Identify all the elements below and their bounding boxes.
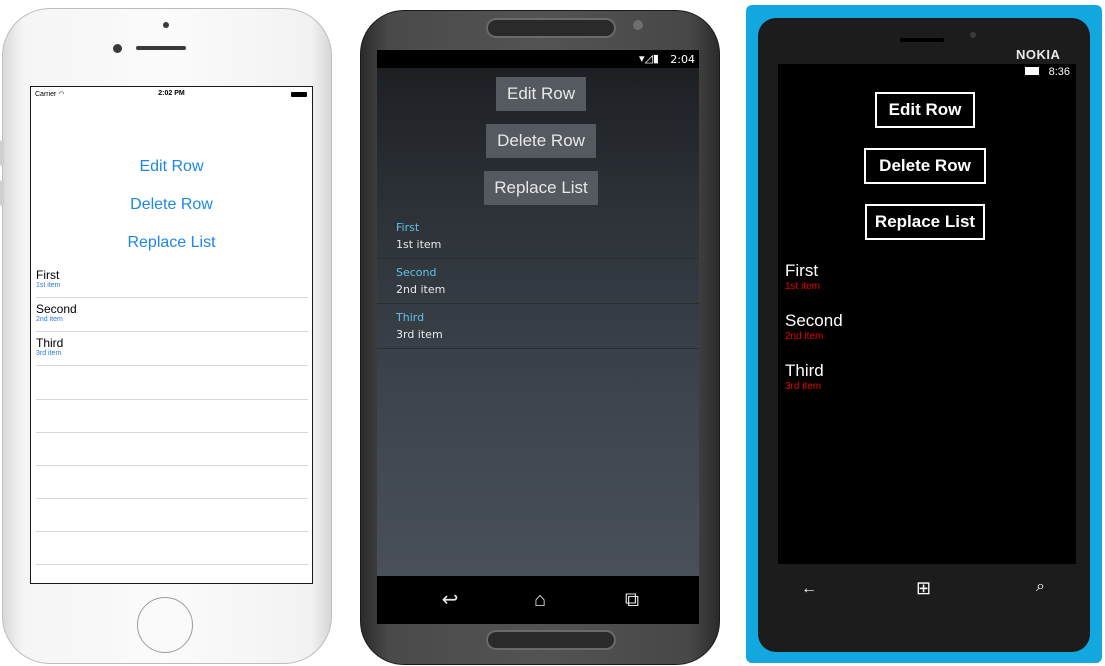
delete-row-button[interactable]: Delete Row	[486, 124, 596, 158]
ios-screen: Carrier ◠ 2:02 PM Edit Row Delete Row Re…	[30, 86, 313, 584]
item-title: Third	[36, 336, 64, 350]
nokia-nav-bar: ← ⊞ ⌕	[778, 570, 1076, 612]
list-item[interactable]: First 1st item	[36, 264, 308, 298]
home-icon[interactable]: ⌂	[525, 588, 555, 612]
windows-start-icon[interactable]: ⊞	[916, 578, 931, 599]
android-status-bar: ▾◿▮ 2:04	[377, 50, 699, 68]
item-title: Third	[396, 311, 425, 324]
empty-row-separator	[36, 399, 308, 400]
item-title: First	[36, 268, 60, 282]
list-item[interactable]: Second 2nd item	[785, 311, 843, 342]
status-time: 8:36	[1048, 66, 1070, 78]
battery-icon	[291, 92, 307, 97]
signal-battery-icon: ▾◿▮	[638, 53, 659, 65]
home-button[interactable]	[137, 597, 193, 653]
replace-list-button[interactable]: Replace List	[31, 234, 312, 252]
back-icon[interactable]: ↩	[435, 588, 465, 612]
signal-icon	[1024, 67, 1039, 75]
bottom-speaker-grille	[486, 630, 616, 650]
top-speaker-grille	[486, 18, 616, 38]
list-item[interactable]: Second 2nd item	[377, 259, 699, 304]
ios-status-bar: Carrier ◠ 2:02 PM	[31, 87, 312, 101]
empty-row-separator	[36, 498, 308, 499]
edit-row-button[interactable]: Edit Row	[496, 77, 586, 111]
status-time: 2:02 PM	[158, 90, 185, 97]
list-item[interactable]: Second 2nd item	[36, 298, 308, 332]
status-time: 2:04	[670, 53, 695, 66]
list-item[interactable]: First 1st item	[785, 261, 820, 292]
item-detail: 1st item	[36, 282, 61, 289]
recents-icon[interactable]: ⧉	[617, 588, 647, 612]
item-detail: 2nd item	[396, 283, 446, 296]
replace-list-button[interactable]: Replace List	[484, 171, 598, 205]
item-title: First	[396, 221, 420, 234]
volume-down-button	[0, 180, 4, 206]
front-camera-icon	[113, 44, 122, 53]
volume-up-button	[0, 140, 4, 166]
item-detail: 1st item	[785, 281, 821, 292]
list-item[interactable]: First 1st item	[377, 214, 699, 259]
item-title: Second	[396, 266, 437, 279]
item-title: Second	[785, 311, 843, 330]
edit-row-button[interactable]: Edit Row	[31, 158, 312, 176]
back-icon[interactable]: ←	[801, 580, 817, 598]
android-screen: ▾◿▮ 2:04 Edit Row Delete Row Replace Lis…	[377, 50, 699, 624]
item-detail: 3rd item	[785, 381, 822, 392]
search-icon[interactable]: ⌕	[1036, 578, 1045, 596]
list-item[interactable]: Third 3rd item	[377, 304, 699, 349]
list-item[interactable]: Third 3rd item	[785, 361, 824, 392]
android-nav-bar: ↩ ⌂ ⧉	[377, 576, 699, 624]
list-item[interactable]: Third 3rd item	[36, 332, 308, 366]
item-detail: 3rd item	[396, 328, 443, 341]
item-detail: 3rd item	[36, 350, 62, 357]
brand-logo: NOKIA	[1016, 47, 1061, 62]
nokia-screen: 8:36 Edit Row Delete Row Replace List Fi…	[778, 64, 1076, 564]
earpiece-speaker	[900, 38, 944, 42]
nokia-status-bar: 8:36	[1024, 66, 1070, 78]
empty-row-separator	[36, 531, 308, 532]
empty-row-separator	[36, 432, 308, 433]
front-camera-icon	[970, 32, 976, 38]
empty-row-separator	[36, 465, 308, 466]
earpiece-speaker	[136, 46, 186, 50]
item-detail: 1st item	[396, 238, 442, 251]
replace-list-button[interactable]: Replace List	[865, 204, 985, 240]
proximity-sensor	[163, 22, 169, 28]
item-title: Third	[785, 361, 824, 380]
item-detail: 2nd item	[36, 316, 63, 323]
item-detail: 2nd item	[785, 331, 824, 342]
delete-row-button[interactable]: Delete Row	[864, 148, 986, 184]
front-camera-icon	[633, 20, 643, 30]
item-title: First	[785, 261, 819, 280]
edit-row-button[interactable]: Edit Row	[875, 92, 975, 128]
empty-row-separator	[36, 564, 308, 565]
delete-row-button[interactable]: Delete Row	[31, 196, 312, 214]
item-title: Second	[36, 302, 77, 316]
